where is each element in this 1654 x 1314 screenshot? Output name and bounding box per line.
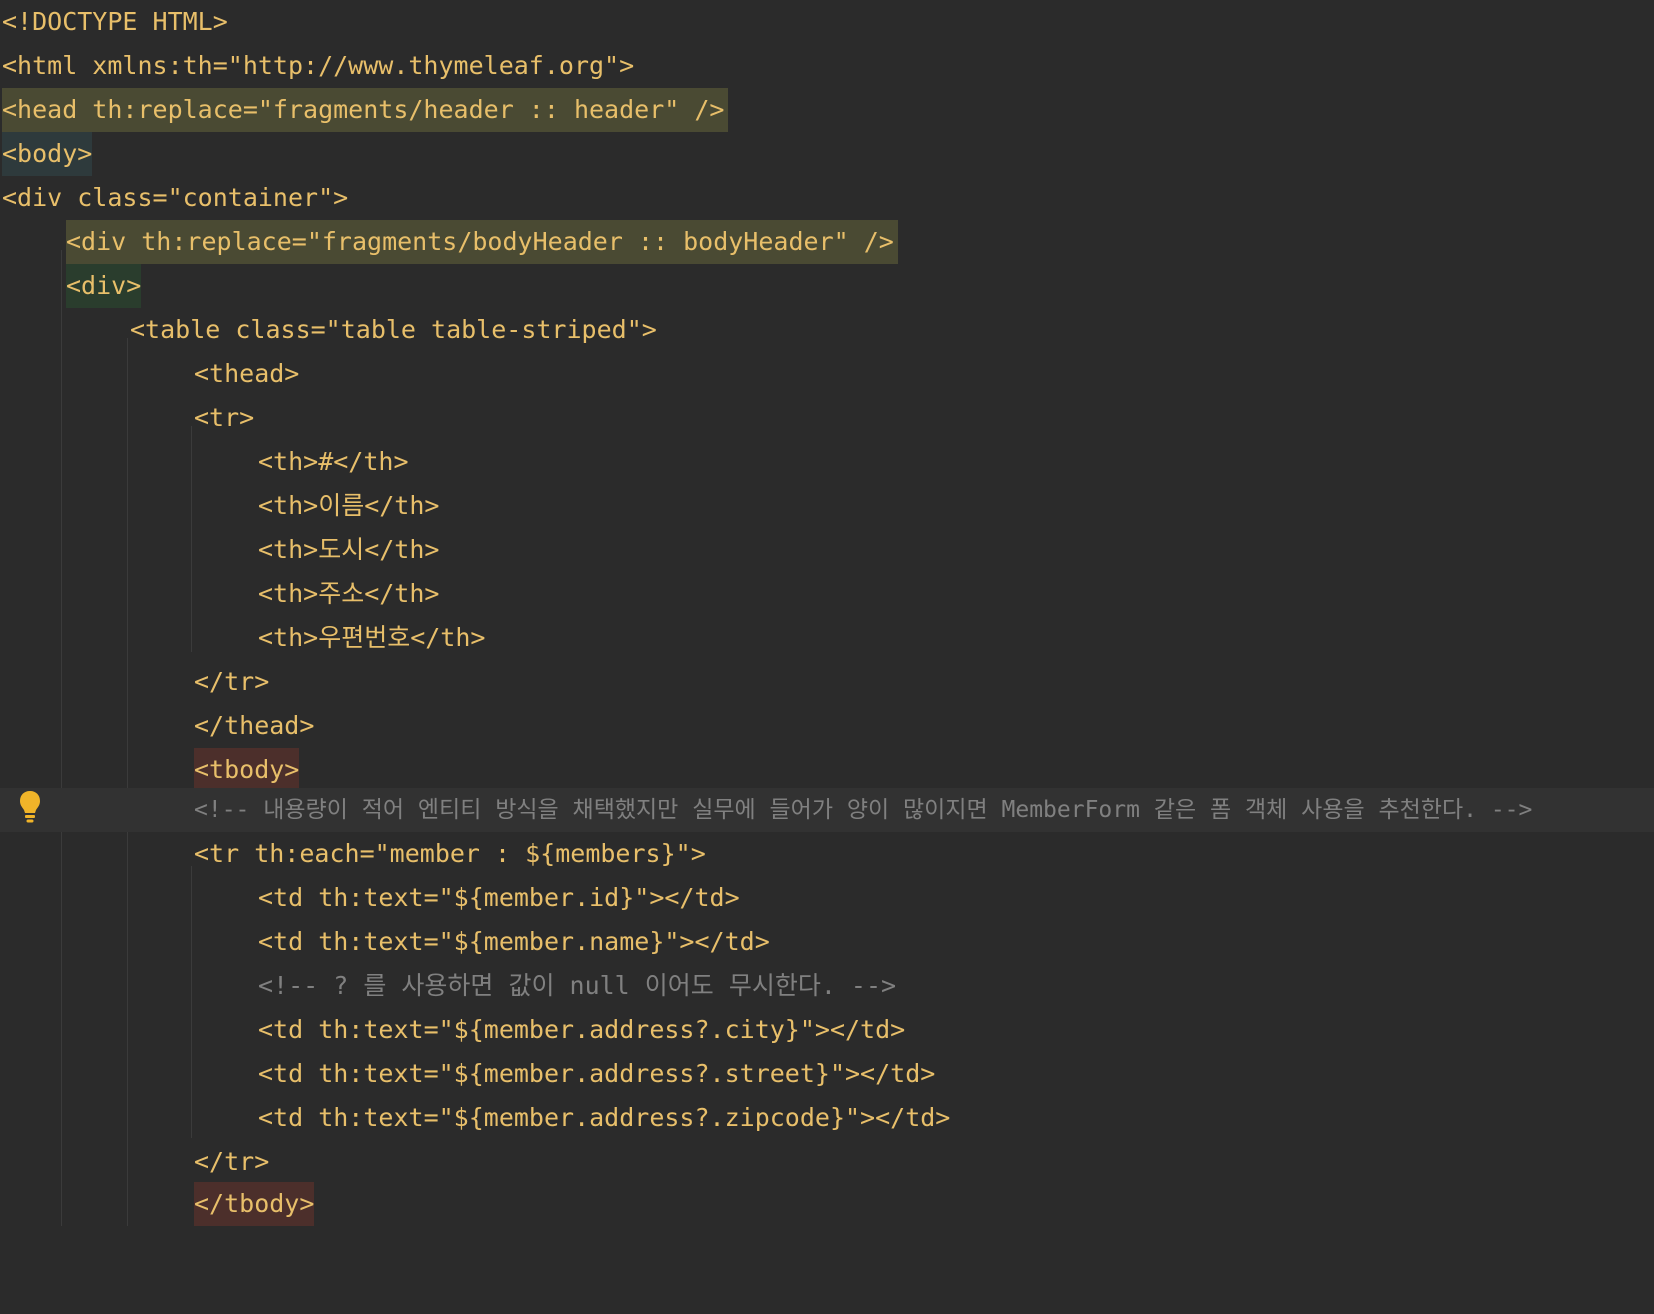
line-text: <div> [66,264,142,308]
line-text: <td th:text="${member.address?.city}"></… [258,1015,906,1044]
line-text: <th>도시</th> [258,535,440,564]
line-text: <th>#</th> [258,447,409,476]
code-line-25[interactable]: <td th:text="${member.address?.street}">… [0,1052,1654,1096]
code-line-20[interactable]: <tr th:each="member : ${members}"> [0,832,1654,876]
line-text: </tr> [194,1147,270,1176]
line-text: <head th:replace="fragments/header :: he… [2,88,729,132]
code-line-4[interactable]: <body> [0,132,1654,176]
code-line-21[interactable]: <td th:text="${member.id}"></td> [0,876,1654,920]
line-text: <!DOCTYPE HTML> [2,7,228,36]
line-text: <tr th:each="member : ${members}"> [194,839,706,868]
code-line-26[interactable]: <td th:text="${member.address?.zipcode}"… [0,1096,1654,1140]
code-line-16[interactable]: </tr> [0,660,1654,704]
code-line-13[interactable]: <th>도시</th> [0,528,1654,572]
code-line-17[interactable]: </thead> [0,704,1654,748]
line-text: </tr> [194,667,270,696]
code-editor[interactable]: <!DOCTYPE HTML> <html xmlns:th="http://w… [0,0,1654,1226]
code-line-10[interactable]: <tr> [0,396,1654,440]
code-line-14[interactable]: <th>주소</th> [0,572,1654,616]
code-line-1[interactable]: <!DOCTYPE HTML> [0,0,1654,44]
line-text: <!-- ? 를 사용하면 값이 null 이어도 무시한다. --> [258,971,897,1000]
line-text: <td th:text="${member.id}"></td> [258,883,740,912]
code-line-11[interactable]: <th>#</th> [0,440,1654,484]
line-text: <tbody> [194,748,300,792]
line-text: <td th:text="${member.name}"></td> [258,927,770,956]
code-line-3[interactable]: <head th:replace="fragments/header :: he… [0,88,1654,132]
code-line-24[interactable]: <td th:text="${member.address?.city}"></… [0,1008,1654,1052]
code-line-6[interactable]: <div th:replace="fragments/bodyHeader ::… [0,220,1654,264]
line-text: <th>우편번호</th> [258,623,486,652]
line-text: <div class="container"> [2,183,349,212]
line-text: <tr> [194,403,255,432]
code-line-22[interactable]: <td th:text="${member.name}"></td> [0,920,1654,964]
line-text: <table class="table table-striped"> [130,315,657,344]
code-line-27[interactable]: </tr> [0,1140,1654,1184]
code-line-2[interactable]: <html xmlns:th="http://www.thymeleaf.org… [0,44,1654,88]
code-line-12[interactable]: <th>이름</th> [0,484,1654,528]
line-text: <td th:text="${member.address?.street}">… [258,1059,936,1088]
code-line-28[interactable]: </tbody> [0,1182,1654,1226]
line-text: <!-- 내용량이 적어 엔티티 방식을 채택했지만 실무에 들어가 양이 많이… [194,797,1533,823]
line-text: <body> [2,132,93,176]
code-line-9[interactable]: <thead> [0,352,1654,396]
line-text: <th>주소</th> [258,579,440,608]
line-text: </tbody> [194,1182,315,1226]
code-line-5[interactable]: <div class="container"> [0,176,1654,220]
line-text: <thead> [194,359,300,388]
line-text: </thead> [194,711,315,740]
code-line-18[interactable]: <tbody> [0,748,1654,792]
code-line-23[interactable]: <!-- ? 를 사용하면 값이 null 이어도 무시한다. --> [0,964,1654,1008]
code-line-15[interactable]: <th>우편번호</th> [0,616,1654,660]
line-text: <div th:replace="fragments/bodyHeader ::… [66,220,898,264]
code-line-7[interactable]: <div> [0,264,1654,308]
code-line-19[interactable]: <!-- 내용량이 적어 엔티티 방식을 채택했지만 실무에 들어가 양이 많이… [0,788,1654,832]
line-text: <th>이름</th> [258,491,440,520]
line-text: <html xmlns:th="http://www.thymeleaf.org… [2,51,635,80]
line-text: <td th:text="${member.address?.zipcode}"… [258,1103,951,1132]
lightbulb-icon[interactable] [19,790,41,824]
code-line-8[interactable]: <table class="table table-striped"> [0,308,1654,352]
